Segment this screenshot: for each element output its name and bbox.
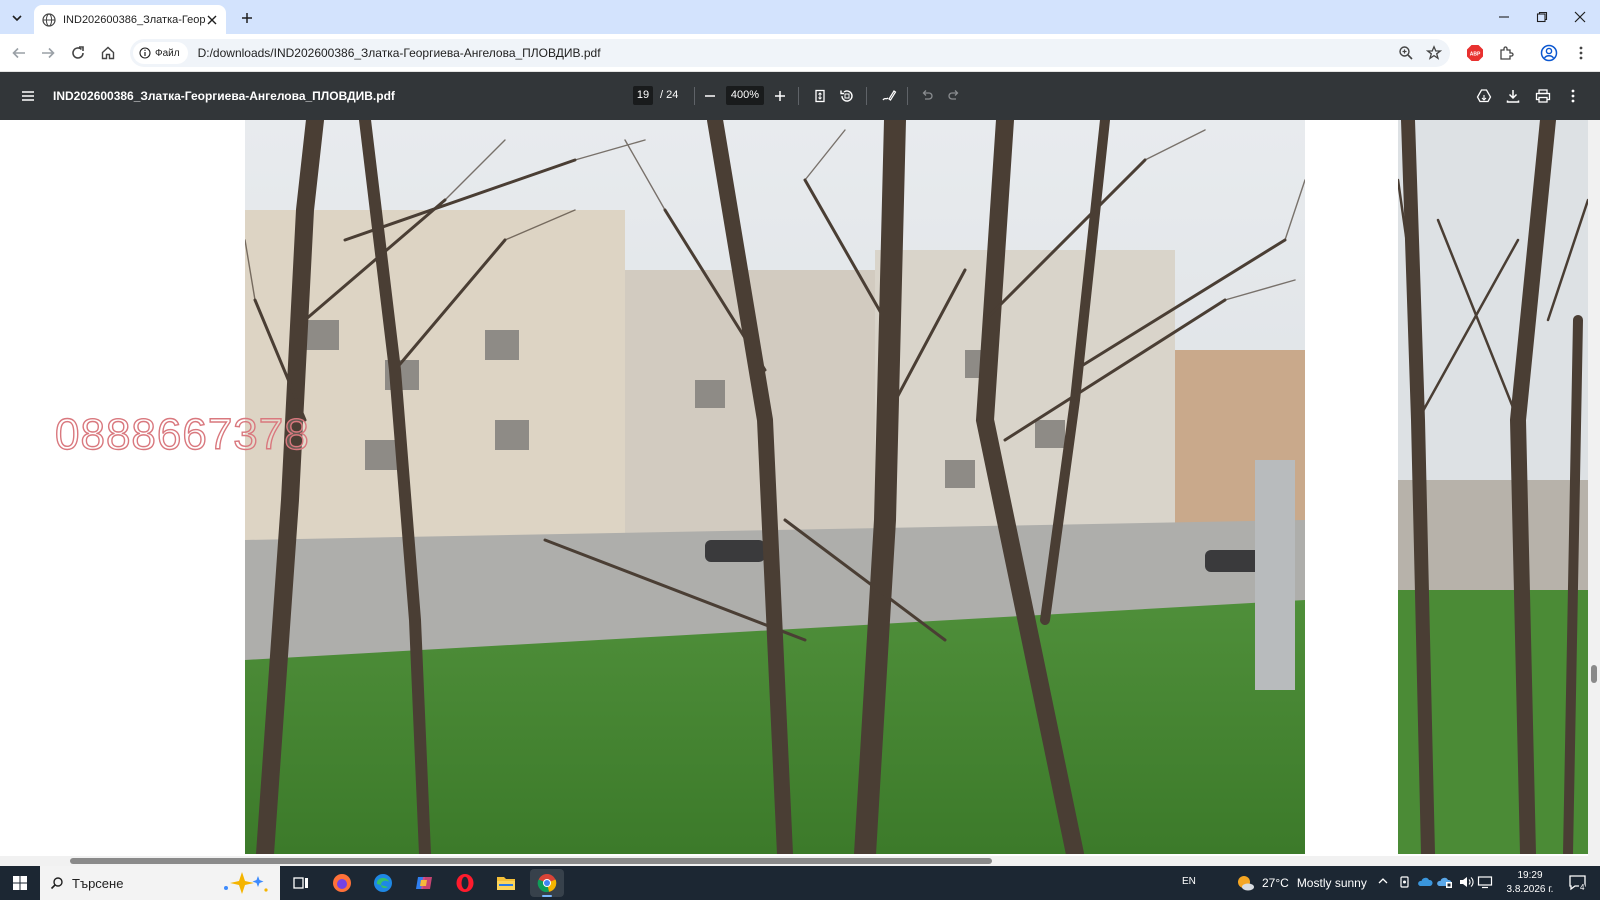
horizontal-scroll-thumb[interactable] (70, 858, 992, 864)
vertical-scrollbar[interactable] (1588, 120, 1600, 856)
meet-now-icon[interactable] (1398, 875, 1412, 889)
weather-widget[interactable]: 27°C Mostly sunny (1236, 874, 1367, 892)
redo-icon[interactable] (942, 84, 966, 108)
file-explorer-icon[interactable] (489, 869, 523, 897)
info-icon (139, 47, 151, 59)
chrome-icon[interactable] (530, 869, 564, 897)
weather-description: Mostly sunny (1296, 876, 1367, 890)
url-text[interactable]: D:/downloads/IND202600386_Златка-Георгие… (198, 46, 601, 60)
tab-search-chevron-icon[interactable] (6, 7, 28, 29)
input-language[interactable]: EN (1182, 876, 1196, 887)
home-icon[interactable] (96, 41, 120, 65)
next-page-photo-trees (1396, 120, 1590, 856)
volume-icon[interactable] (1458, 875, 1474, 889)
zoom-level-input[interactable]: 400% (726, 86, 764, 105)
close-tab-icon[interactable] (206, 14, 218, 26)
page-total: / 24 (660, 89, 679, 101)
fit-page-icon[interactable] (808, 84, 832, 108)
zoom-in-plus-icon[interactable] (768, 84, 792, 108)
taskbar-search-placeholder: Търсене (72, 875, 124, 891)
notifications-icon[interactable]: 4 (1566, 872, 1590, 894)
active-tab[interactable]: IND202600386_Златка-Георгиева-Ангелова_П… (34, 5, 226, 34)
rotate-icon[interactable] (835, 84, 859, 108)
sun-cloud-icon (1236, 874, 1256, 892)
svg-text:ABP: ABP (1470, 52, 1481, 58)
globe-icon (42, 12, 56, 27)
clock-date: 3.8.2026 г. (1506, 884, 1554, 895)
back-arrow-icon[interactable] (7, 41, 31, 65)
clock-time: 19:29 (1517, 870, 1543, 881)
page-photo-trees-and-buildings (244, 120, 1306, 856)
adblock-extension-icon[interactable]: ABP (1463, 41, 1487, 65)
annotate-pen-icon[interactable] (877, 84, 901, 108)
page-number-input[interactable]: 19 (633, 86, 653, 105)
toolbar-divider (907, 87, 908, 105)
windows-start-icon[interactable] (6, 871, 34, 895)
save-to-drive-icon[interactable] (1472, 84, 1496, 108)
toolbar-divider (866, 87, 867, 105)
bookmark-star-icon[interactable] (1422, 41, 1446, 65)
pdf-viewer[interactable]: 0888667378 (0, 120, 1600, 856)
sidebar-menu-icon[interactable] (16, 84, 40, 108)
toolbar-divider (694, 87, 695, 105)
address-bar[interactable]: Файл D:/downloads/IND202600386_Златка-Ге… (130, 39, 1450, 67)
pdf-document-title: IND202600386_Златка-Георгиева-Ангелова_П… (53, 89, 395, 103)
pdf-more-kebab-icon[interactable] (1561, 84, 1585, 108)
horizontal-scrollbar[interactable] (0, 856, 1600, 866)
browser-toolbar: Файл D:/downloads/IND202600386_Златка-Ге… (0, 34, 1600, 72)
network-icon[interactable] (1437, 875, 1453, 889)
display-icon[interactable] (1477, 875, 1493, 889)
tab-strip: IND202600386_Златка-Георгиева-Ангелова_П… (0, 0, 1600, 34)
tray-chevron-up-icon[interactable] (1377, 875, 1389, 887)
taskbar-search-box[interactable]: Търсене (40, 866, 280, 900)
sparkle-icon (218, 870, 272, 896)
phone-watermark: 0888667378 (54, 409, 310, 459)
onedrive-cloud-icon[interactable] (1417, 875, 1433, 889)
minimize-icon[interactable] (1490, 4, 1518, 30)
firefox-icon[interactable] (325, 869, 359, 897)
new-tab-plus-icon[interactable] (236, 7, 258, 29)
site-info-label: Файл (155, 47, 180, 59)
zoom-magnifier-icon[interactable] (1394, 41, 1418, 65)
task-view-icon[interactable] (284, 869, 318, 897)
opera-icon[interactable] (448, 869, 482, 897)
close-window-icon[interactable] (1566, 4, 1594, 30)
toolbar-divider (798, 87, 799, 105)
search-icon (50, 876, 64, 890)
print-icon[interactable] (1531, 84, 1555, 108)
pdf-toolbar: IND202600386_Златка-Георгиева-Ангелова_П… (0, 72, 1600, 120)
copilot-icon[interactable] (407, 869, 441, 897)
browser-menu-kebab-icon[interactable] (1569, 41, 1593, 65)
vertical-scroll-thumb[interactable] (1591, 665, 1597, 683)
site-info-chip[interactable]: Файл (133, 42, 188, 64)
extensions-puzzle-icon[interactable] (1494, 41, 1518, 65)
reload-icon[interactable] (66, 41, 90, 65)
restore-icon[interactable] (1528, 4, 1556, 30)
windows-taskbar: Търсене EN 27°C Mostly sunny 19:29 3.8.2… (0, 866, 1600, 900)
active-app-indicator (542, 895, 552, 897)
forward-arrow-icon[interactable] (36, 41, 60, 65)
notification-count: 4 (1579, 883, 1586, 892)
profile-avatar-icon[interactable] (1537, 41, 1561, 65)
download-icon[interactable] (1501, 84, 1525, 108)
weather-temperature: 27°C (1262, 876, 1289, 890)
system-clock[interactable]: 19:29 3.8.2026 г. (1500, 869, 1560, 897)
tab-title: IND202600386_Златка-Георгиева-Ангелова_П… (63, 13, 206, 26)
undo-icon[interactable] (915, 84, 939, 108)
edge-icon[interactable] (366, 869, 400, 897)
zoom-out-minus-icon[interactable] (698, 84, 722, 108)
